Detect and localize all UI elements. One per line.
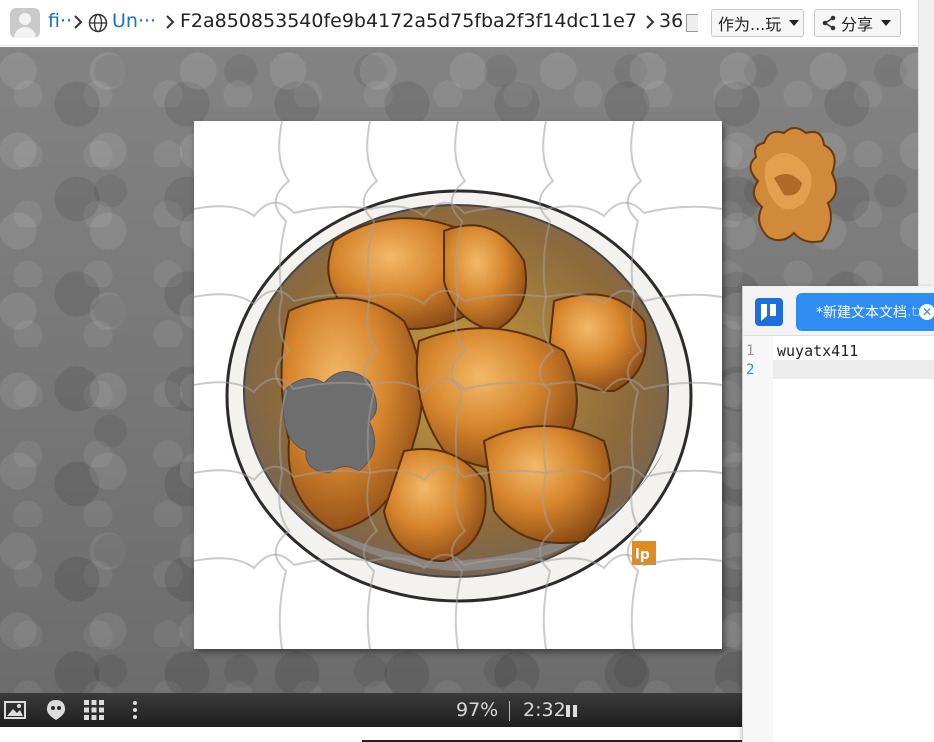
chevron-right-icon bbox=[646, 15, 655, 29]
share-icon bbox=[822, 15, 836, 31]
progress-percent: 97% bbox=[456, 699, 499, 721]
svg-text:lp: lp bbox=[635, 547, 650, 563]
loose-puzzle-piece[interactable] bbox=[744, 123, 842, 245]
piece-count-icon bbox=[686, 14, 698, 32]
fried-chicken-bowl-image: lp bbox=[194, 121, 722, 649]
current-line-highlight bbox=[773, 360, 934, 379]
breadcrumb-site-link[interactable]: Un··· bbox=[112, 10, 156, 32]
divider bbox=[509, 701, 510, 721]
notepad-tab-bar: *新建文本文档 .tx ✕ bbox=[743, 286, 934, 336]
breadcrumb-bar: fi·· Un··· F2a850853540fe9b4172a5d75fba2… bbox=[0, 0, 918, 46]
piece-count: 36 bbox=[659, 10, 684, 32]
caret-down-icon bbox=[789, 20, 800, 26]
breadcrumb-user-link[interactable]: fi·· bbox=[48, 10, 72, 32]
pause-icon[interactable] bbox=[566, 705, 577, 717]
chevron-right-icon bbox=[166, 15, 175, 29]
breadcrumb-puzzle-id: F2a850853540fe9b4172a5d75fba2f3f14dc11e7… bbox=[180, 10, 636, 32]
line-number: 1 bbox=[746, 343, 755, 359]
puzzle-image[interactable]: lp bbox=[194, 121, 722, 649]
timer: 2:32 bbox=[523, 699, 566, 721]
ghost-image-icon[interactable] bbox=[44, 698, 68, 722]
line-number: 2 bbox=[746, 362, 755, 378]
play-as-label: 作为...玩 bbox=[718, 15, 782, 34]
line-number-gutter: 1 2 bbox=[743, 336, 773, 742]
share-button[interactable]: 分享 bbox=[814, 9, 901, 37]
avatar[interactable] bbox=[10, 8, 40, 38]
page-scrollbar[interactable] bbox=[918, 0, 934, 286]
editor-line-1[interactable]: wuyatx411 bbox=[777, 342, 858, 360]
share-label: 分享 bbox=[841, 15, 874, 34]
notepad-app-icon bbox=[755, 298, 783, 326]
grid-icon[interactable] bbox=[82, 698, 106, 722]
caret-down-icon bbox=[881, 20, 892, 26]
play-as-button[interactable]: 作为...玩 bbox=[711, 9, 804, 37]
more-options-icon[interactable] bbox=[123, 698, 147, 722]
image-preview-icon[interactable] bbox=[3, 698, 27, 722]
tab-new-text-document[interactable]: *新建文本文档 .tx bbox=[796, 293, 934, 331]
tab-title: *新建文本文档 bbox=[816, 305, 907, 321]
notepad-window[interactable]: *新建文本文档 .tx ✕ 1 2 wuyatx411 bbox=[742, 286, 934, 742]
puzzle-toolbar: 97% 2:32 bbox=[0, 693, 742, 727]
close-tab-icon[interactable]: ✕ bbox=[919, 304, 934, 320]
chevron-right-icon bbox=[74, 15, 83, 29]
globe-icon bbox=[88, 13, 108, 33]
